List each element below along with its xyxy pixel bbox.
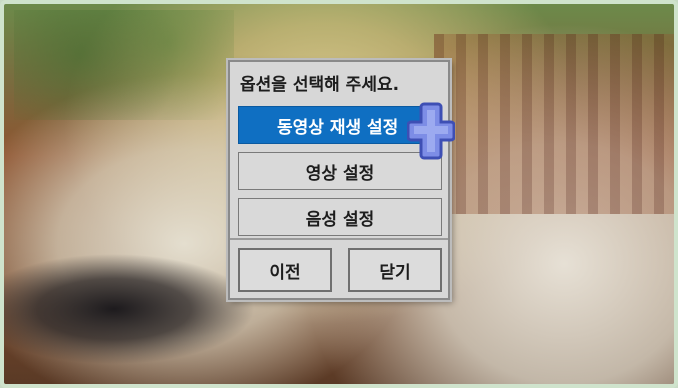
background-foliage [14,10,234,120]
close-button[interactable]: 닫기 [348,248,442,292]
menu-item-audio-settings[interactable]: 음성 설정 [238,198,442,236]
menu-item-label: 영상 설정 [305,163,375,184]
background-fence [434,34,674,214]
dialog-divider [230,238,448,240]
screen-frame: 옵션을 선택해 주세요. 동영상 재생 설정 영상 설정 음성 설정 이전 닫기 [0,0,678,388]
menu-item-label: 음성 설정 [305,209,375,230]
plus-cursor-icon [407,102,455,160]
menu-item-label: 동영상 재생 설정 [277,117,399,138]
previous-button[interactable]: 이전 [238,248,332,292]
options-dialog: 옵션을 선택해 주세요. 동영상 재생 설정 영상 설정 음성 설정 이전 닫기 [228,60,450,300]
dialog-title: 옵션을 선택해 주세요. [240,75,400,95]
